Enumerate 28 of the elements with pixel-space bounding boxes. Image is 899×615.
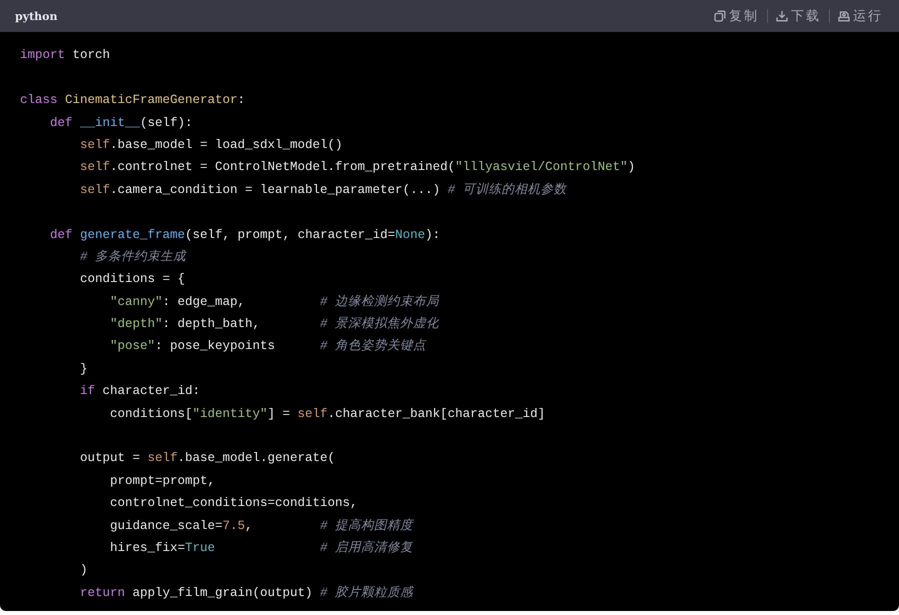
code-line: import torch — [20, 48, 110, 62]
copy-icon — [714, 10, 726, 22]
code-line: hires_fix=True # 启用高清修复 — [110, 540, 414, 555]
code-line: output = self.base_model.generate( — [80, 451, 336, 466]
code-line: ) — [80, 563, 88, 578]
code-line: # 多条件约束生成 — [80, 250, 186, 264]
code-line: prompt=prompt, — [110, 474, 216, 488]
run-button[interactable]: 运行 — [836, 5, 885, 27]
download-icon — [776, 10, 788, 22]
copy-button[interactable]: 复制 — [712, 5, 761, 27]
code-line: self.camera_condition = learnable_parameter(...) # 可训练的相机参数 — [80, 182, 567, 197]
code-line: "pose": pose_keypoints # 角色姿势关键点 — [110, 339, 426, 354]
code-line: def __init__(self): — [50, 116, 193, 130]
code-line: } — [80, 362, 88, 376]
code-line: def generate_frame(self, prompt, character_id=None): — [50, 228, 440, 242]
code-line: controlnet_conditions=conditions, — [110, 496, 358, 510]
code-line: return apply_film_grain(output) # 胶片颗粒质感 — [80, 586, 414, 600]
download-button[interactable]: 下载 — [774, 5, 823, 27]
code-line: "canny": edge_map, # 边缘检测约束布局 — [110, 294, 440, 309]
code-line: self.controlnet = ControlNetModel.from_pretrained("lllyasviel/ControlNet") — [80, 160, 636, 174]
code-line: "depth": depth_bath, # 景深模拟焦外虚化 — [110, 317, 440, 332]
code-line: conditions["identity"] = self.character_bank[character_id] — [110, 406, 546, 421]
code-line: class CinematicFrameGenerator: — [20, 93, 246, 108]
code-line: self.base_model = load_sdxl_model() — [80, 138, 343, 152]
code-line: guidance_scale=7.5, # 提高构图精度 — [110, 518, 414, 533]
code-line: if character_id: — [80, 384, 200, 398]
language-label: python — [15, 10, 58, 22]
code-line: conditions = { — [80, 272, 186, 286]
